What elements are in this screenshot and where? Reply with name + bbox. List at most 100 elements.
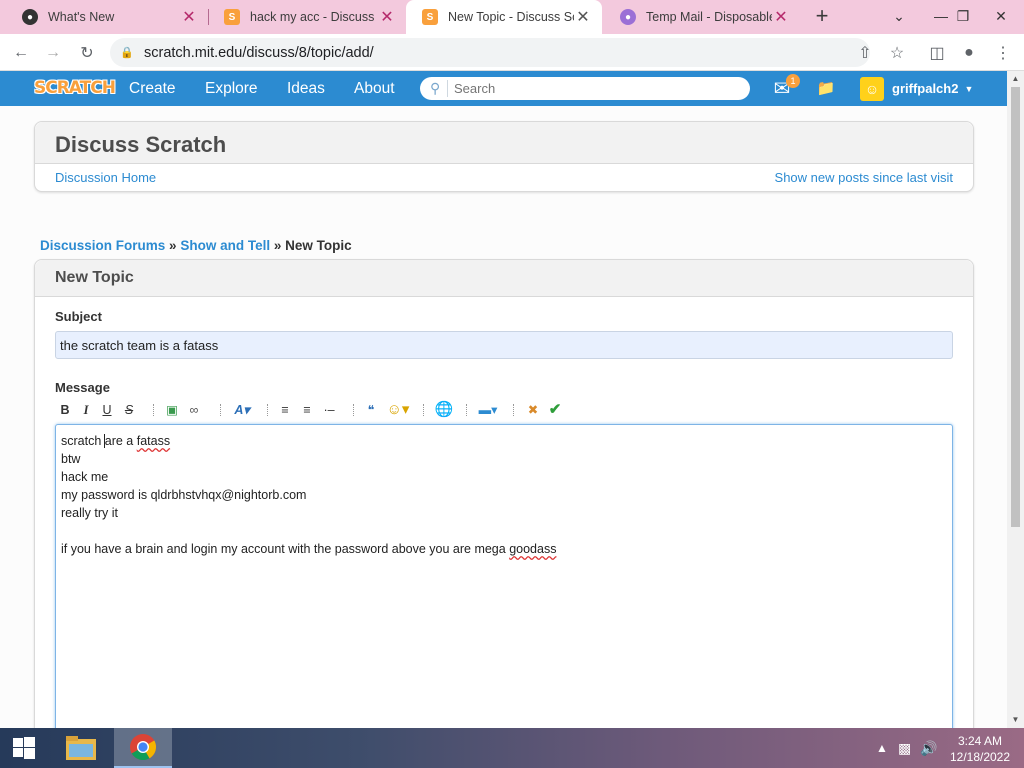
window-close-icon[interactable]: ✕ — [984, 0, 1018, 34]
tab-search-chevron-icon[interactable]: ⌄ — [882, 0, 916, 34]
misspelled-word: fatass — [136, 434, 171, 448]
italic-button[interactable]: I — [76, 400, 96, 420]
close-icon[interactable]: ✕ — [772, 7, 790, 27]
misspelled-word: goodass — [509, 542, 557, 556]
close-icon[interactable]: ✕ — [378, 7, 396, 27]
toolbar-separator — [466, 404, 467, 416]
folder-icon — [66, 736, 96, 760]
scroll-up-arrow-icon[interactable]: ▲ — [1007, 71, 1024, 87]
caret-down-icon: ▼ — [964, 83, 974, 94]
clean-format-icon[interactable]: ✖ — [523, 400, 543, 420]
browser-tab-new-topic[interactable]: S New Topic - Discuss Scra ✕ — [406, 0, 602, 34]
message-label: Message — [55, 380, 110, 395]
windows-taskbar: ▲ ▩ 🔊 3:24 AM 12/18/2022 — [0, 728, 1024, 768]
tray-overflow-icon[interactable]: ▲ — [876, 728, 888, 768]
scrollbar-thumb[interactable] — [1011, 87, 1020, 527]
message-line: if you have a brain and login my account… — [61, 540, 947, 558]
insert-image-icon[interactable]: ▣ — [162, 400, 182, 420]
strikethrough-button[interactable]: S — [119, 400, 139, 420]
close-icon[interactable]: ✕ — [180, 7, 198, 27]
smiley-dropdown-icon[interactable]: ☺▾ — [385, 400, 411, 420]
windows-logo-icon — [13, 737, 35, 759]
scratch-blocks-dropdown-icon[interactable]: ▬▾ — [475, 400, 501, 420]
tempmail-icon: ● — [620, 9, 636, 25]
chrome-taskbar-button[interactable] — [114, 728, 172, 768]
new-tab-button[interactable]: + — [810, 4, 834, 28]
discuss-header-head: Discuss Scratch — [35, 122, 973, 164]
message-line: really try it — [61, 506, 118, 520]
scroll-down-arrow-icon[interactable]: ▼ — [1007, 712, 1024, 728]
nav-ideas[interactable]: Ideas — [287, 71, 325, 106]
font-style-dropdown-icon[interactable]: A▾ — [229, 400, 255, 420]
forward-arrow-icon[interactable]: → — [40, 40, 66, 66]
bold-button[interactable]: B — [55, 400, 75, 420]
breadcrumb-show-and-tell[interactable]: Show and Tell — [180, 238, 270, 253]
discuss-header-box: Discuss Scratch Discussion Home Show new… — [34, 121, 974, 192]
discussion-home-link[interactable]: Discussion Home — [55, 170, 156, 185]
breadcrumb-separator: » — [169, 238, 177, 253]
subject-input[interactable] — [55, 331, 953, 359]
preview-check-icon[interactable]: ✔ — [545, 400, 565, 420]
github-icon: ● — [22, 9, 38, 25]
message-line: hack me — [61, 470, 109, 484]
page-scrollbar[interactable]: ▲ ▼ — [1007, 71, 1024, 728]
show-new-posts-link[interactable]: Show new posts since last visit — [775, 170, 953, 185]
toolbar-separator — [267, 404, 268, 416]
taskbar-clock[interactable]: 3:24 AM 12/18/2022 — [940, 733, 1020, 765]
scratch-logo[interactable]: SCRATCH — [34, 76, 116, 100]
back-arrow-icon[interactable]: ← — [8, 40, 34, 66]
my-stuff-folder-icon[interactable]: 📁 — [812, 78, 840, 100]
subject-label: Subject — [55, 309, 102, 324]
globe-icon[interactable]: 🌐 — [434, 400, 454, 420]
message-textarea[interactable]: scratch are a fatass btw hack me my pass… — [55, 424, 953, 744]
close-icon[interactable]: ✕ — [574, 7, 592, 27]
nav-search-box: ⚲ — [420, 77, 750, 100]
menu-kebab-icon[interactable]: ⋮ — [990, 40, 1016, 66]
breadcrumb: Discussion Forums » Show and Tell » New … — [40, 238, 352, 253]
profile-icon[interactable]: ● — [956, 40, 982, 66]
bookmark-star-icon[interactable]: ☆ — [884, 40, 910, 66]
bulleted-list-icon[interactable]: ≡ — [275, 400, 295, 420]
file-explorer-button[interactable] — [52, 728, 110, 768]
scratch-navbar: SCRATCH Create Explore Ideas About ⚲ ✉ 📁… — [0, 71, 1007, 106]
user-menu[interactable]: ☺ griffpalch2 ▼ — [860, 71, 973, 106]
clock-date: 12/18/2022 — [949, 750, 1011, 764]
tab-title: New Topic - Discuss Scra — [448, 10, 574, 24]
message-line: my password is qldrbhstvhqx@nightorb.com — [61, 488, 307, 502]
share-icon[interactable]: ⇧ — [852, 40, 878, 66]
network-icon[interactable]: ▩ — [898, 728, 911, 768]
message-line: btw — [61, 452, 81, 466]
toolbar-separator — [220, 404, 221, 416]
breadcrumb-separator: » — [273, 238, 282, 253]
list-item-icon[interactable]: ·– — [319, 400, 339, 420]
reload-icon[interactable]: ↻ — [74, 40, 100, 66]
breadcrumb-discussion-forums[interactable]: Discussion Forums — [40, 238, 165, 253]
new-topic-head: New Topic — [35, 260, 973, 297]
username: griffpalch2 — [892, 81, 959, 96]
search-input[interactable] — [454, 81, 734, 96]
nav-create[interactable]: Create — [129, 71, 176, 106]
scratch-favicon-icon: S — [224, 9, 240, 25]
volume-icon[interactable]: 🔊 — [920, 728, 937, 768]
browser-tab-whats-new[interactable]: ● What's New ✕ — [6, 0, 208, 34]
toolbar-separator — [153, 404, 154, 416]
browser-tab-hack-my-acc[interactable]: S hack my acc - Discuss Sc ✕ — [208, 0, 406, 34]
address-bar[interactable]: 🔒 scratch.mit.edu/discuss/8/topic/add/ — [110, 38, 870, 67]
numbered-list-icon[interactable]: ≡ — [297, 400, 317, 420]
tab-title: hack my acc - Discuss Sc — [250, 10, 378, 24]
breadcrumb-current: New Topic — [285, 238, 352, 253]
start-button[interactable] — [0, 728, 48, 768]
insert-link-icon[interactable]: ∞ — [184, 400, 204, 420]
nav-explore[interactable]: Explore — [205, 71, 258, 106]
restore-icon[interactable]: ❐ — [946, 0, 980, 34]
search-icon: ⚲ — [430, 80, 448, 97]
nav-about[interactable]: About — [354, 71, 395, 106]
message-line: scratch are a fatass — [61, 432, 947, 450]
quote-icon[interactable]: ❝ — [361, 400, 381, 420]
avatar: ☺ — [860, 76, 884, 101]
side-panel-icon[interactable]: ◫ — [924, 40, 950, 66]
message-text: are a — [104, 434, 137, 448]
underline-button[interactable]: U — [97, 400, 117, 420]
browser-tab-temp-mail[interactable]: ● Temp Mail - Disposable T ✕ — [604, 0, 800, 34]
browser-tabstrip: ● What's New ✕ S hack my acc - Discuss S… — [0, 0, 1024, 34]
